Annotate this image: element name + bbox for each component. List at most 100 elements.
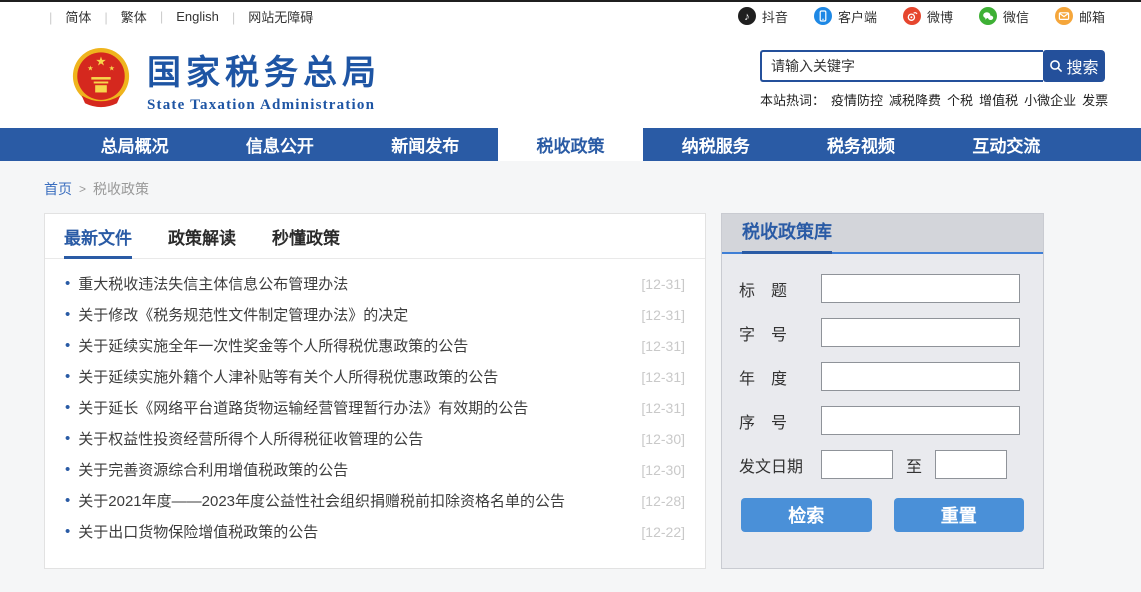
article-title-link[interactable]: 关于出口货物保险增值税政策的公告	[78, 521, 629, 542]
site-title-en: State Taxation Administration	[147, 97, 381, 114]
hotword-link[interactable]: 增值税	[979, 90, 1018, 109]
form-row: 字 号	[739, 318, 1026, 347]
form-row: 年 度	[739, 362, 1026, 391]
policy-library-form: 标 题 字 号 年 度	[722, 254, 1043, 532]
form-field-label: 序 号	[739, 409, 821, 433]
site-header: ★ ★ ★ 国家税务总局 State Taxation Administrati…	[0, 30, 1141, 128]
form-field-label: 字 号	[739, 321, 821, 345]
article-date: [12-31]	[641, 369, 685, 385]
social-link-label: 客户端	[838, 7, 877, 26]
social-link-label: 邮箱	[1079, 7, 1105, 26]
date-from-input[interactable]	[821, 450, 893, 479]
hotword-link[interactable]: 减税降费	[889, 90, 941, 109]
nav-item[interactable]: 总局概况	[62, 128, 207, 161]
mail-icon	[1055, 7, 1073, 25]
bullet-icon: •	[65, 276, 70, 291]
wechat-icon	[979, 7, 997, 25]
date-to-label: 至	[906, 453, 922, 477]
douyin-icon: ♪	[738, 7, 756, 25]
search-icon	[1049, 59, 1063, 73]
article-title-link[interactable]: 关于延续实施全年一次性奖金等个人所得税优惠政策的公告	[78, 335, 629, 356]
nav-item[interactable]: 互动交流	[934, 128, 1079, 161]
weibo-icon	[903, 7, 921, 25]
hotwords-label: 本站热词：	[760, 90, 825, 109]
article-date: [12-31]	[641, 307, 685, 323]
form-field-input[interactable]	[821, 406, 1020, 435]
article-title-link[interactable]: 关于修改《税务规范性文件制定管理办法》的决定	[78, 304, 629, 325]
article-title-link[interactable]: 关于2021年度——2023年度公益性社会组织捐赠税前扣除资格名单的公告	[78, 490, 629, 511]
article-date: [12-30]	[641, 431, 685, 447]
bullet-icon: •	[65, 462, 70, 477]
date-to-input[interactable]	[935, 450, 1007, 479]
article-date: [12-31]	[641, 338, 685, 354]
language-link[interactable]: 网站无障碍	[219, 7, 313, 26]
nav-item[interactable]: 税务视频	[788, 128, 933, 161]
bullet-icon: •	[65, 338, 70, 353]
date-range-row: 发文日期 至	[739, 450, 1026, 479]
article-title-link[interactable]: 关于延续实施外籍个人津补贴等有关个人所得税优惠政策的公告	[78, 366, 629, 387]
policy-library-header: 税收政策库	[722, 214, 1043, 254]
main-nav: 总局概况 信息公开 新闻发布 税收政策 纳税服务 税务视频 互动交流	[0, 128, 1141, 161]
article-row: • 关于修改《税务规范性文件制定管理办法》的决定 [12-31]	[65, 299, 685, 330]
content-area: 首页 > 税收政策 最新文件 政策解读 秒懂政策 • 重大税收违法失信主	[0, 161, 1141, 592]
nav-item[interactable]: 纳税服务	[643, 128, 788, 161]
document-tab[interactable]: 秒懂政策	[272, 214, 340, 258]
form-field-input[interactable]	[821, 274, 1020, 303]
article-title-link[interactable]: 关于延长《网络平台道路货物运输经营管理暂行办法》有效期的公告	[78, 397, 629, 418]
language-link[interactable]: English	[147, 9, 219, 24]
breadcrumb-home-link[interactable]: 首页	[44, 179, 72, 199]
policy-search-button[interactable]: 检索	[741, 498, 872, 532]
article-title-link[interactable]: 重大税收违法失信主体信息公布管理办法	[78, 273, 629, 294]
language-link[interactable]: 繁体	[91, 7, 146, 26]
article-title-link[interactable]: 关于完善资源综合利用增值税政策的公告	[78, 459, 629, 480]
form-field-input[interactable]	[821, 362, 1020, 391]
form-field-label: 年 度	[739, 365, 821, 389]
article-row: • 关于延长《网络平台道路货物运输经营管理暂行办法》有效期的公告 [12-31]	[65, 392, 685, 423]
breadcrumb: 首页 > 税收政策	[44, 161, 1097, 213]
article-row: • 重大税收违法失信主体信息公布管理办法 [12-31]	[65, 268, 685, 299]
hotword-link[interactable]: 小微企业	[1024, 90, 1076, 109]
form-field-label: 标 题	[739, 277, 821, 301]
national-emblem-icon: ★ ★ ★	[70, 47, 132, 111]
article-title-link[interactable]: 关于权益性投资经营所得个人所得税征收管理的公告	[78, 428, 629, 449]
hotword-link[interactable]: 发票	[1082, 90, 1108, 109]
article-date: [12-30]	[641, 462, 685, 478]
policy-reset-button[interactable]: 重置	[894, 498, 1025, 532]
nav-item[interactable]: 信息公开	[207, 128, 352, 161]
site-title-zh: 国家税务总局	[147, 45, 381, 94]
social-link[interactable]: 客户端	[814, 7, 877, 26]
site-logo[interactable]: ★ ★ ★ 国家税务总局 State Taxation Administrati…	[70, 45, 381, 114]
top-utility-bar: 简体繁体English网站无障碍 ♪ 抖音 客户端 微博 微信	[0, 0, 1141, 30]
svg-text:★: ★	[87, 64, 93, 72]
svg-text:♪: ♪	[744, 11, 750, 22]
date-field-label: 发文日期	[739, 453, 821, 477]
article-date: [12-31]	[641, 400, 685, 416]
bullet-icon: •	[65, 493, 70, 508]
document-tab[interactable]: 政策解读	[168, 214, 236, 258]
article-row: • 关于2021年度——2023年度公益性社会组织捐赠税前扣除资格名单的公告 […	[65, 485, 685, 516]
nav-item[interactable]: 新闻发布	[353, 128, 498, 161]
article-date: [12-28]	[641, 493, 685, 509]
social-link[interactable]: 微信	[979, 7, 1029, 26]
form-field-input[interactable]	[821, 318, 1020, 347]
document-tabs: 最新文件 政策解读 秒懂政策	[45, 214, 705, 259]
bullet-icon: •	[65, 369, 70, 384]
document-tab[interactable]: 最新文件	[64, 214, 132, 258]
svg-text:★: ★	[109, 64, 115, 72]
hotword-link[interactable]: 个税	[947, 90, 973, 109]
article-list: • 重大税收违法失信主体信息公布管理办法 [12-31] • 关于修改《税务规范…	[45, 259, 705, 556]
social-link[interactable]: 微博	[903, 7, 953, 26]
social-links: ♪ 抖音 客户端 微博 微信 邮箱	[738, 7, 1105, 26]
social-link[interactable]: ♪ 抖音	[738, 7, 788, 26]
language-links: 简体繁体English网站无障碍	[36, 7, 313, 26]
social-link[interactable]: 邮箱	[1055, 7, 1105, 26]
social-link-label: 抖音	[762, 7, 788, 26]
language-link[interactable]: 简体	[36, 7, 91, 26]
nav-item[interactable]: 税收政策	[498, 128, 643, 161]
app-client-icon	[814, 7, 832, 25]
search-input[interactable]	[760, 50, 1043, 82]
article-row: • 关于延续实施外籍个人津补贴等有关个人所得税优惠政策的公告 [12-31]	[65, 361, 685, 392]
hotword-link[interactable]: 疫情防控	[831, 90, 883, 109]
search-button[interactable]: 搜索	[1043, 50, 1105, 82]
hotword-links: 疫情防控减税降费个税增值税小微企业发票	[831, 90, 1108, 109]
